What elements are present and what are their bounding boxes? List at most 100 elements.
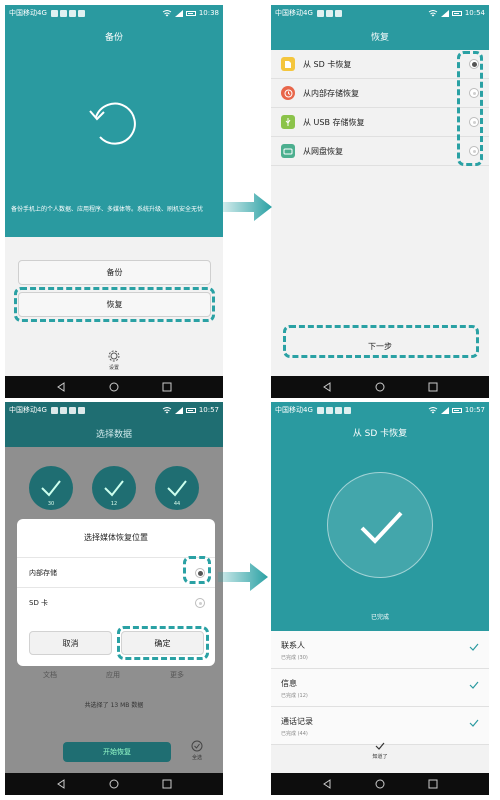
big-check-icon [360, 511, 403, 544]
select-all[interactable]: 全选 [191, 740, 203, 761]
signal-icon [440, 9, 449, 17]
check-icon [469, 681, 479, 689]
status-right: 10:38 [162, 9, 219, 17]
count-apps: 12 [110, 501, 118, 507]
wifi-icon [162, 406, 172, 413]
signal-icon [174, 9, 183, 17]
radio-cloud[interactable] [469, 146, 479, 156]
option-label: 从 USB 存储恢复 [303, 117, 365, 127]
home-icon[interactable] [375, 779, 385, 789]
home-icon[interactable] [109, 779, 119, 789]
backup-button[interactable]: 备份 [18, 260, 211, 285]
result-status: 已完成 (30) [281, 655, 308, 661]
notification-icon [77, 9, 85, 17]
wifi-icon [428, 9, 438, 16]
navigation-bar [271, 376, 489, 398]
notification-icon [59, 9, 67, 17]
check-icon [469, 643, 479, 651]
result-name: 通话记录 [281, 717, 313, 726]
clock-time: 10:57 [198, 406, 219, 414]
count-more: 44 [173, 501, 181, 507]
status-bar: 中国移动4G 10:54 [271, 5, 489, 21]
wifi-icon [162, 9, 172, 16]
check-circle-icon [191, 740, 203, 752]
recent-apps-icon[interactable] [162, 382, 172, 392]
notification-icons [316, 9, 342, 17]
option-internal-storage[interactable]: 内部存储 [17, 557, 215, 587]
carrier-label: 中国移动4G [9, 9, 47, 17]
back-icon[interactable] [56, 779, 66, 789]
home-icon[interactable] [109, 382, 119, 392]
result-call-log: 通话记录 已完成 (44) [271, 707, 489, 745]
got-it-button[interactable]: 知道了 [271, 753, 489, 760]
cloud-drive-icon [281, 144, 295, 158]
navigation-bar [271, 773, 489, 795]
back-icon[interactable] [322, 382, 332, 392]
radio-usb[interactable] [469, 117, 479, 127]
count-docs: 30 [47, 501, 55, 507]
notification-icon [325, 406, 333, 414]
restore-option-internal[interactable]: 从内部存储恢复 [271, 79, 489, 108]
complete-ring [327, 472, 433, 578]
result-contacts: 联系人 已完成 (30) [271, 631, 489, 669]
cancel-button[interactable]: 取消 [29, 631, 112, 655]
done-check-icon[interactable] [375, 742, 385, 750]
back-icon[interactable] [322, 779, 332, 789]
carrier-label: 中国移动4G [9, 406, 47, 414]
recent-apps-icon[interactable] [428, 779, 438, 789]
radio-sd-card[interactable] [469, 59, 479, 69]
status-right: 10:57 [428, 406, 485, 414]
confirm-button[interactable]: 确定 [121, 631, 204, 655]
clock-icon [281, 86, 295, 100]
notification-icon [343, 406, 351, 414]
option-sd-card[interactable]: SD 卡 [17, 587, 215, 617]
restore-button[interactable]: 恢复 [18, 292, 211, 317]
notification-icons [316, 406, 351, 414]
radio-internal-storage[interactable] [195, 567, 205, 578]
notification-icons [50, 406, 85, 414]
radio-sd-card[interactable] [195, 597, 205, 608]
arrow-right-icon [218, 563, 268, 591]
usb-icon [281, 115, 295, 129]
notification-icon [50, 9, 58, 17]
battery-icon [451, 10, 462, 16]
restore-option-cloud[interactable]: 从网盘恢复 [271, 137, 489, 166]
notification-icon [77, 406, 85, 414]
notification-icon [59, 406, 67, 414]
result-status: 已完成 (44) [281, 731, 308, 737]
category-more-label: 更多 [170, 671, 184, 679]
option-label: 从网盘恢复 [303, 146, 343, 156]
option-label: 从内部存储恢复 [303, 88, 359, 98]
notification-icon [68, 406, 76, 414]
recent-apps-icon[interactable] [162, 779, 172, 789]
restore-option-usb[interactable]: 从 USB 存储恢复 [271, 108, 489, 137]
page-title: 备份 [104, 33, 123, 43]
page-title: 恢复 [370, 33, 389, 43]
home-icon[interactable] [375, 382, 385, 392]
category-docs-label: 文档 [43, 671, 57, 679]
notification-icon [316, 9, 324, 17]
check-icon [469, 719, 479, 727]
gear-icon[interactable] [108, 350, 120, 362]
recent-apps-icon[interactable] [428, 382, 438, 392]
wifi-icon [428, 406, 438, 413]
phone-restore-source-screen: 中国移动4G 10:54 恢复 从 SD 卡恢复 从内部存储恢复 从 USB 存… [271, 5, 489, 398]
battery-icon [451, 407, 462, 413]
page-title: 选择数据 [95, 430, 132, 440]
result-name: 信息 [281, 679, 297, 688]
navigation-bar [5, 773, 223, 795]
restore-option-sd-card[interactable]: 从 SD 卡恢复 [271, 50, 489, 79]
start-restore-button[interactable]: 开始恢复 [63, 742, 171, 762]
notification-icon [334, 406, 342, 414]
notification-icon [68, 9, 76, 17]
backup-refresh-icon [89, 102, 136, 145]
next-button[interactable]: 下一步 [271, 341, 489, 352]
phone-backup-screen: 中国移动4G 10:38 备份 备份手机上的个人数据、应用程序、多媒体等。系统升… [5, 5, 223, 398]
clock-time: 10:54 [464, 9, 485, 17]
result-messages: 信息 已完成 (12) [271, 669, 489, 707]
tutorial-page: 中国移动4G 10:38 备份 备份手机上的个人数据、应用程序、多媒体等。系统升… [0, 0, 500, 800]
clock-time: 10:57 [464, 406, 485, 414]
back-icon[interactable] [56, 382, 66, 392]
radio-internal[interactable] [469, 88, 479, 98]
arrow-right-icon [222, 193, 272, 221]
